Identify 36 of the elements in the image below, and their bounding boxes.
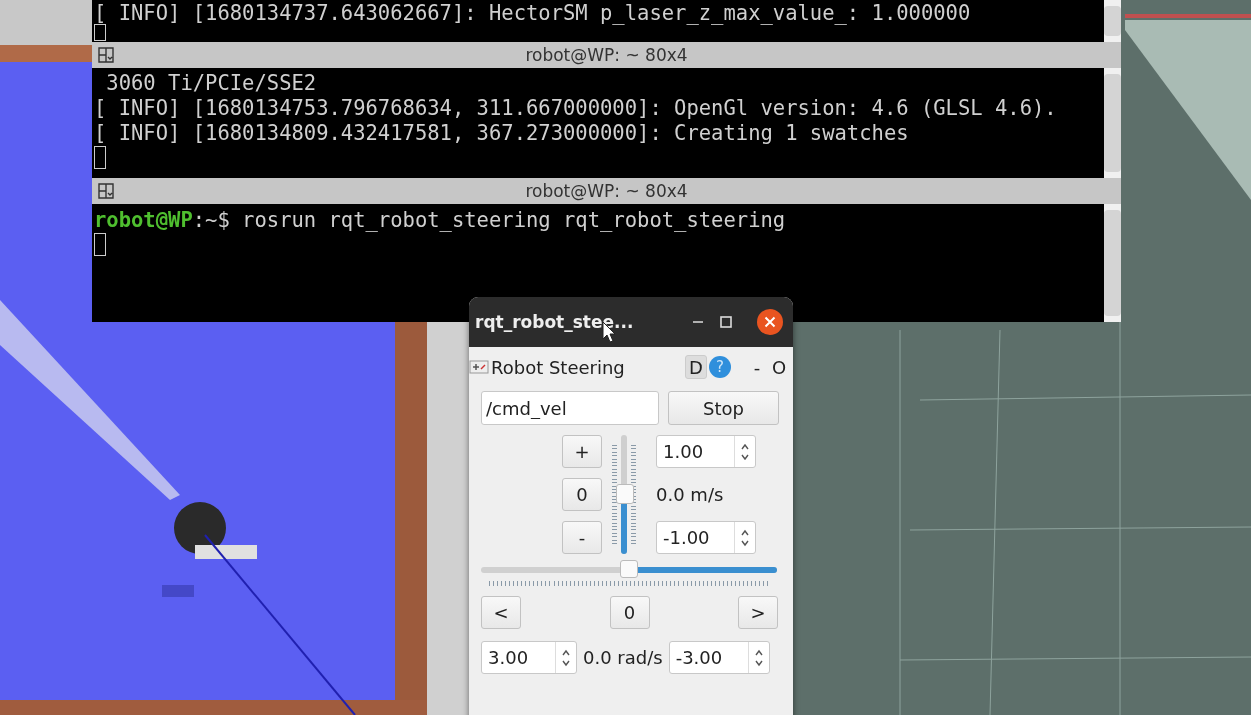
text-cursor: [94, 146, 106, 169]
terminal-output-line: [ INFO] [1680134753.796768634, 311.667000000]: OpenGl version: 4.6 (GLSL 4.6).: [94, 96, 1057, 121]
plugin-window-button[interactable]: -: [747, 356, 767, 378]
min-turn-spinbox[interactable]: -3.00: [668, 641, 770, 674]
zero-button[interactable]: 0: [562, 478, 602, 511]
window-title: rqt_robot_stee...: [475, 312, 635, 332]
prompt-user: robot@WP: [94, 208, 193, 233]
terminal-title: robot@WP: ~ 80x4: [525, 181, 688, 201]
scroll-bar[interactable]: [1104, 0, 1121, 42]
min-speed-spinbox[interactable]: -1.00: [656, 521, 756, 554]
decrease-button[interactable]: -: [562, 521, 602, 554]
maximize-icon[interactable]: [719, 315, 733, 329]
topic-field[interactable]: /cmd_vel: [481, 391, 659, 425]
terminal-output-line: 3060 Ti/PCIe/SSE2: [105, 71, 317, 96]
linear-speed-reading: 0.0 m/s: [656, 484, 725, 505]
scroll-bar[interactable]: [1104, 204, 1121, 322]
split-icon: [98, 47, 114, 63]
turn-left-button[interactable]: <: [481, 596, 521, 629]
increase-button[interactable]: +: [562, 435, 602, 468]
max-turn-spinbox[interactable]: 3.00: [481, 641, 577, 674]
terminal-title: robot@WP: ~ 80x4: [525, 45, 688, 65]
close-icon[interactable]: [757, 309, 783, 335]
terminal-output-line: [ INFO] [1680134809.432417581, 367.273000000]: Creating 1 swatches: [94, 121, 909, 146]
plugin-window-button[interactable]: O: [769, 356, 789, 378]
text-cursor: [94, 233, 106, 256]
split-icon: [98, 183, 114, 199]
stop-button[interactable]: Stop: [668, 391, 779, 425]
max-speed-spinbox[interactable]: 1.00: [656, 435, 756, 468]
angular-speed-reading: 0.0 rad/s: [583, 647, 663, 668]
turn-right-button[interactable]: >: [738, 596, 778, 629]
scroll-bar[interactable]: [1104, 68, 1121, 178]
terminal-output-line: [ INFO] [1680134737.643062667]: HectorSM p_laser_z_max_value_: 1.000000: [94, 2, 971, 24]
zero-button[interactable]: 0: [609, 596, 650, 629]
plugin-title: Robot Steering: [491, 356, 625, 378]
dock-button[interactable]: D: [685, 355, 707, 379]
terminal-command: :~$ rosrun rqt_robot_steering rqt_robot_steering: [192, 208, 786, 233]
